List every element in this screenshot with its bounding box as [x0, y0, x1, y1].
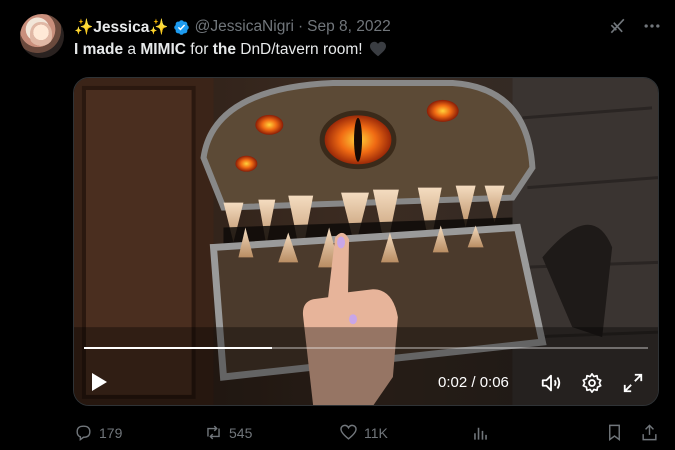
repost-button[interactable]: 545	[204, 423, 252, 442]
video-frame	[74, 78, 658, 405]
like-count: 11K	[364, 424, 388, 441]
separator-dot: ·	[297, 18, 304, 35]
verified-badge-icon	[173, 19, 189, 35]
tweet-text-segment: MIMIC	[140, 41, 186, 58]
grok-icon[interactable]	[608, 16, 628, 36]
video-time: 0:02 / 0:06	[438, 374, 509, 391]
repost-count: 545	[229, 424, 253, 441]
tweet-text-segment: the	[212, 41, 236, 58]
user-handle[interactable]: @JessicaNigri	[195, 18, 294, 36]
bookmark-icon	[609, 424, 620, 442]
volume-icon[interactable]	[540, 372, 562, 394]
reply-icon	[76, 425, 91, 442]
black-heart-icon	[369, 41, 386, 57]
repost-icon	[207, 425, 220, 440]
tweet-text-segment: I made	[74, 41, 124, 58]
like-button[interactable]: 11K	[339, 423, 388, 442]
share-icon	[642, 424, 657, 441]
video-progress-bar[interactable]	[84, 347, 648, 349]
play-icon[interactable]	[90, 372, 108, 392]
tweet-text-segment: for	[185, 41, 213, 58]
more-options-icon[interactable]	[641, 16, 663, 36]
views-chart-icon	[474, 427, 487, 440]
tweet-text: I made a MIMIC for the DnD/tavern room!	[74, 41, 387, 59]
display-name[interactable]: ✨Jessica✨	[74, 18, 169, 37]
tweet-date[interactable]: Sep 8, 2022	[307, 18, 391, 36]
views-button[interactable]	[471, 423, 496, 442]
tweet-header: ✨Jessica✨ @JessicaNigri · Sep 8, 2022	[74, 16, 391, 38]
reply-button[interactable]: 179	[74, 423, 122, 442]
settings-gear-icon[interactable]	[581, 372, 603, 394]
tweet-text-segment: a	[123, 41, 141, 58]
tweet-actions: 179 545 11K	[0, 420, 675, 448]
video-progress-fill	[84, 347, 272, 349]
bookmark-button[interactable]	[605, 423, 630, 442]
heart-icon	[340, 424, 357, 440]
fullscreen-icon[interactable]	[622, 372, 644, 394]
share-button[interactable]	[640, 423, 665, 442]
video-player[interactable]: 0:02 / 0:06	[73, 77, 659, 406]
avatar[interactable]	[20, 14, 64, 58]
tweet-text-segment: DnD/tavern room!	[235, 41, 367, 58]
reply-count: 179	[99, 424, 123, 441]
